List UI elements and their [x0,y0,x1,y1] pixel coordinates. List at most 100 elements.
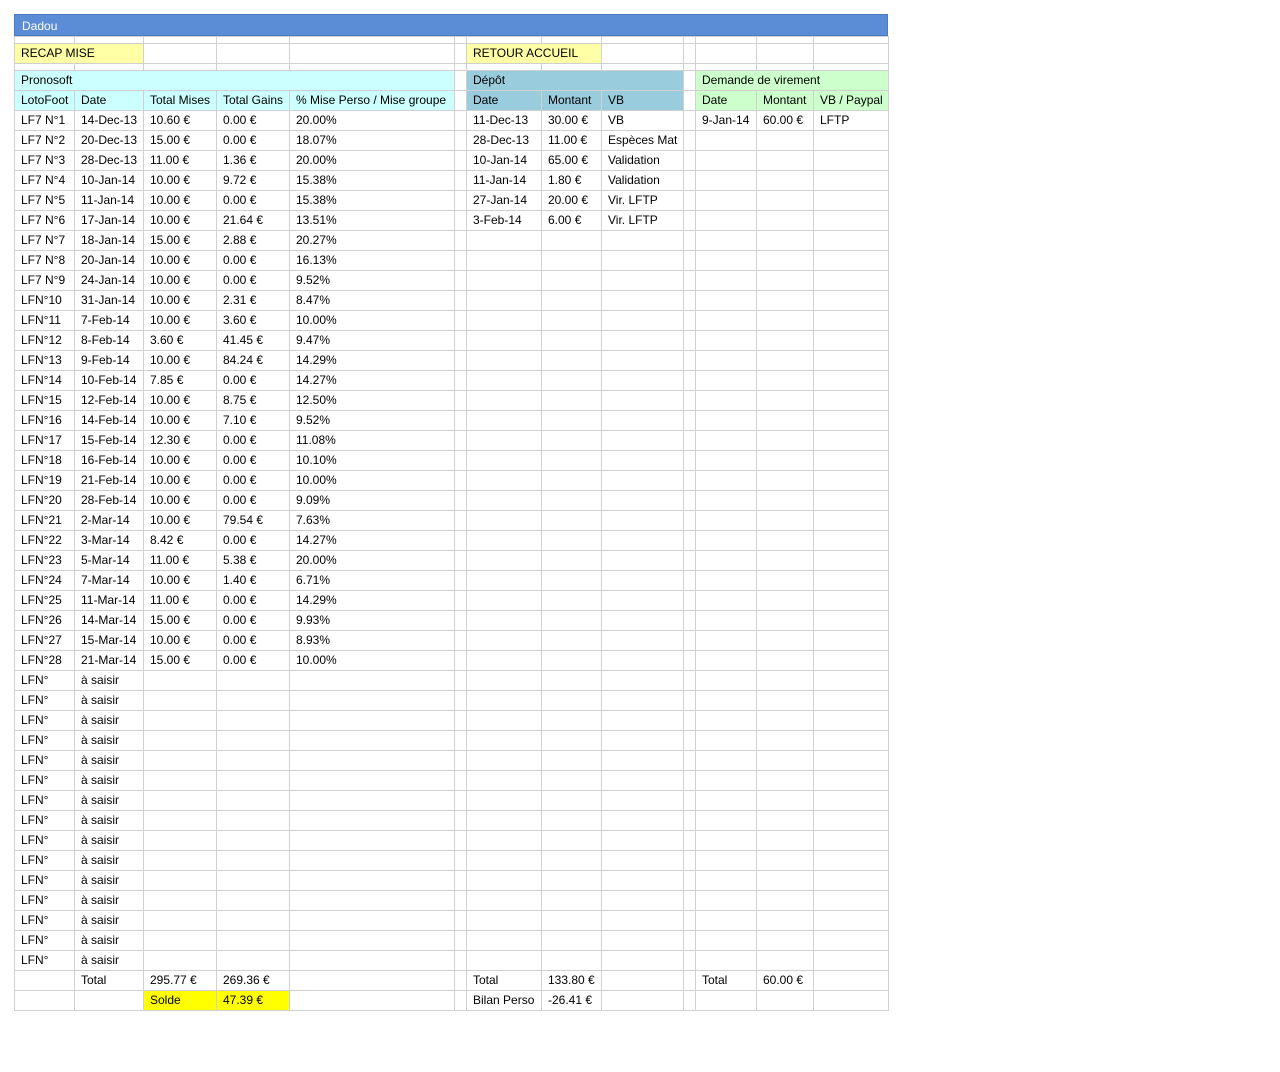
total-mises-cell[interactable] [143,670,217,691]
pct-mise-cell[interactable]: 9.52% [289,270,455,291]
virement-date-cell[interactable] [695,190,757,211]
total-mises-cell[interactable] [143,950,217,971]
lotofoot-cell[interactable]: LFN°12 [14,330,75,351]
lotofoot-cell[interactable]: LF7 N°3 [14,150,75,171]
virement-montant-cell[interactable] [756,490,814,511]
virement-date-cell[interactable] [695,950,757,971]
depot-date-cell[interactable] [466,490,542,511]
depot-montant-cell[interactable] [541,590,602,611]
date-cell[interactable]: 9-Feb-14 [74,350,144,371]
pct-mise-cell[interactable] [289,710,455,731]
depot-montant-cell[interactable] [541,270,602,291]
depot-date-cell[interactable]: 10-Jan-14 [466,150,542,171]
virement-date-cell[interactable] [695,450,757,471]
virement-vb-cell[interactable] [813,150,889,171]
depot-montant-cell[interactable]: 30.00 € [541,110,602,131]
virement-vb-cell[interactable] [813,590,889,611]
date-cell[interactable]: à saisir [74,770,144,791]
virement-montant-cell[interactable] [756,770,814,791]
total-gains-cell[interactable]: 0.00 € [216,650,290,671]
depot-vb-cell[interactable]: Vir. LFTP [601,190,684,211]
depot-montant-cell[interactable]: 65.00 € [541,150,602,171]
date-cell[interactable]: 17-Jan-14 [74,210,144,231]
pct-mise-cell[interactable]: 8.47% [289,290,455,311]
date-cell[interactable]: à saisir [74,850,144,871]
virement-date-cell[interactable] [695,530,757,551]
pct-mise-cell[interactable]: 14.27% [289,530,455,551]
lotofoot-cell[interactable]: LF7 N°1 [14,110,75,131]
total-gains-cell[interactable] [216,950,290,971]
virement-vb-cell[interactable] [813,670,889,691]
total-mises-cell[interactable]: 15.00 € [143,650,217,671]
pct-mise-cell[interactable]: 8.93% [289,630,455,651]
virement-vb-cell[interactable] [813,130,889,151]
depot-montant-cell[interactable] [541,770,602,791]
depot-date-cell[interactable] [466,550,542,571]
date-cell[interactable]: à saisir [74,790,144,811]
depot-vb-cell[interactable] [601,550,684,571]
pct-mise-cell[interactable] [289,670,455,691]
total-mises-cell[interactable]: 10.00 € [143,470,217,491]
date-cell[interactable]: 14-Feb-14 [74,410,144,431]
virement-vb-cell[interactable] [813,430,889,451]
pct-mise-cell[interactable]: 18.07% [289,130,455,151]
depot-vb-cell[interactable] [601,710,684,731]
virement-vb-cell[interactable] [813,830,889,851]
virement-montant-cell[interactable] [756,630,814,651]
depot-vb-cell[interactable] [601,290,684,311]
depot-date-cell[interactable] [466,750,542,771]
depot-vb-cell[interactable] [601,330,684,351]
total-mises-cell[interactable] [143,910,217,931]
virement-date-cell[interactable] [695,690,757,711]
depot-date-cell[interactable] [466,230,542,251]
total-mises-cell[interactable]: 3.60 € [143,330,217,351]
total-gains-cell[interactable]: 79.54 € [216,510,290,531]
pct-mise-cell[interactable] [289,770,455,791]
lotofoot-cell[interactable]: LFN° [14,750,75,771]
total-gains-cell[interactable] [216,770,290,791]
total-gains-cell[interactable]: 2.88 € [216,230,290,251]
lotofoot-cell[interactable]: LFN° [14,830,75,851]
pct-mise-cell[interactable] [289,790,455,811]
total-gains-cell[interactable]: 0.00 € [216,490,290,511]
date-cell[interactable]: 14-Mar-14 [74,610,144,631]
date-cell[interactable]: à saisir [74,810,144,831]
lotofoot-cell[interactable]: LFN°10 [14,290,75,311]
lotofoot-cell[interactable]: LFN°23 [14,550,75,571]
virement-total[interactable]: 60.00 € [756,970,814,991]
virement-date-cell[interactable] [695,510,757,531]
virement-vb-cell[interactable] [813,930,889,951]
total-mises-cell[interactable]: 11.00 € [143,150,217,171]
virement-montant-cell[interactable] [756,710,814,731]
virement-date-cell[interactable] [695,410,757,431]
virement-date-cell[interactable] [695,370,757,391]
virement-montant-cell[interactable] [756,890,814,911]
virement-date-cell[interactable]: 9-Jan-14 [695,110,757,131]
total-mises-cell[interactable]: 10.00 € [143,290,217,311]
pct-mise-cell[interactable]: 10.10% [289,450,455,471]
lotofoot-cell[interactable]: LFN°21 [14,510,75,531]
depot-montant-cell[interactable] [541,350,602,371]
total-gains-cell[interactable] [216,890,290,911]
depot-vb-cell[interactable] [601,770,684,791]
depot-date-cell[interactable] [466,450,542,471]
depot-date-cell[interactable] [466,730,542,751]
virement-montant-cell[interactable] [756,850,814,871]
bilan-perso-value[interactable]: -26.41 € [541,990,602,1011]
virement-date-cell[interactable] [695,850,757,871]
virement-vb-cell[interactable] [813,890,889,911]
depot-vb-cell[interactable] [601,490,684,511]
depot-date-cell[interactable] [466,570,542,591]
pct-mise-cell[interactable]: 14.27% [289,370,455,391]
virement-date-cell[interactable] [695,230,757,251]
depot-montant-cell[interactable] [541,750,602,771]
virement-date-cell[interactable] [695,830,757,851]
virement-montant-cell[interactable] [756,150,814,171]
pct-mise-cell[interactable]: 9.52% [289,410,455,431]
total-gains-cell[interactable]: 7.10 € [216,410,290,431]
depot-date-cell[interactable] [466,650,542,671]
date-cell[interactable]: 5-Mar-14 [74,550,144,571]
total-mises-cell[interactable]: 10.00 € [143,350,217,371]
date-cell[interactable]: 20-Dec-13 [74,130,144,151]
total-gains-cell[interactable]: 8.75 € [216,390,290,411]
